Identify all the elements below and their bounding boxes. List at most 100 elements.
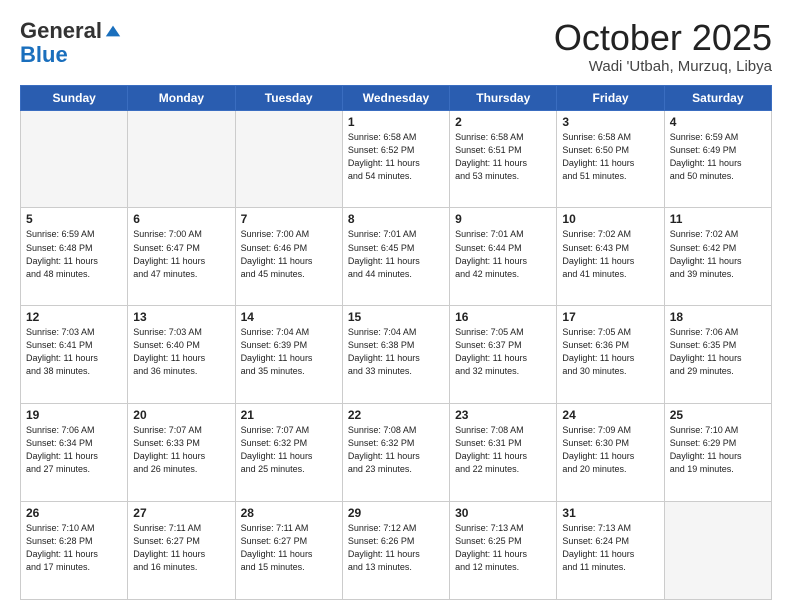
calendar-cell: 1 Sunrise: 6:58 AM Sunset: 6:52 PM Daylig… [342,110,449,208]
calendar-cell: 25 Sunrise: 7:10 AM Sunset: 6:29 PM Dayli… [664,404,771,502]
calendar-cell: 13 Sunrise: 7:03 AM Sunset: 6:40 PM Dayli… [128,306,235,404]
calendar-cell: 2Sunrise: 6:58 AM Sunset: 6:51 PM Daylig… [450,110,557,208]
col-thursday: Thursday [450,85,557,110]
day-number: 22 [348,408,444,422]
calendar-week-2: 12 Sunrise: 7:03 AM Sunset: 6:41 PM Dayli… [21,306,772,404]
day-number: 19 [26,408,122,422]
calendar-cell: 27 Sunrise: 7:11 AM Sunset: 6:27 PM Dayli… [128,502,235,600]
day-number: 25 [670,408,766,422]
month-title: October 2025 [554,18,772,58]
header: General Blue October 2025 Wadi 'Utbah, M… [20,18,772,75]
day-info: Sunrise: 7:07 AM Sunset: 6:33 PM Dayligh… [133,424,229,476]
day-number: 6 [133,212,229,226]
calendar-cell: 14Sunrise: 7:04 AM Sunset: 6:39 PM Dayli… [235,306,342,404]
day-info: Sunrise: 7:05 AM Sunset: 6:36 PM Dayligh… [562,326,658,378]
day-info: Sunrise: 7:00 AM Sunset: 6:47 PM Dayligh… [133,228,229,280]
col-tuesday: Tuesday [235,85,342,110]
calendar-week-4: 26 Sunrise: 7:10 AM Sunset: 6:28 PM Dayli… [21,502,772,600]
day-info: Sunrise: 7:03 AM Sunset: 6:40 PM Dayligh… [133,326,229,378]
day-number: 7 [241,212,337,226]
day-number: 13 [133,310,229,324]
calendar-cell [235,110,342,208]
calendar-cell: 17Sunrise: 7:05 AM Sunset: 6:36 PM Dayli… [557,306,664,404]
calendar-cell: 28 Sunrise: 7:11 AM Sunset: 6:27 PM Dayli… [235,502,342,600]
day-info: Sunrise: 7:11 AM Sunset: 6:27 PM Dayligh… [241,522,337,574]
day-number: 16 [455,310,551,324]
logo-blue: Blue [20,42,68,67]
col-wednesday: Wednesday [342,85,449,110]
day-info: Sunrise: 7:08 AM Sunset: 6:32 PM Dayligh… [348,424,444,476]
day-number: 4 [670,115,766,129]
calendar-cell: 11 Sunrise: 7:02 AM Sunset: 6:42 PM Dayli… [664,208,771,306]
day-number: 9 [455,212,551,226]
day-number: 28 [241,506,337,520]
day-number: 12 [26,310,122,324]
calendar-cell: 6 Sunrise: 7:00 AM Sunset: 6:47 PM Daylig… [128,208,235,306]
calendar-cell: 24Sunrise: 7:09 AM Sunset: 6:30 PM Dayli… [557,404,664,502]
day-number: 26 [26,506,122,520]
day-number: 10 [562,212,658,226]
day-info: Sunrise: 7:04 AM Sunset: 6:38 PM Dayligh… [348,326,444,378]
day-info: Sunrise: 7:12 AM Sunset: 6:26 PM Dayligh… [348,522,444,574]
day-info: Sunrise: 7:00 AM Sunset: 6:46 PM Dayligh… [241,228,337,280]
calendar-cell: 4 Sunrise: 6:59 AM Sunset: 6:49 PM Daylig… [664,110,771,208]
calendar-cell: 10 Sunrise: 7:02 AM Sunset: 6:43 PM Dayli… [557,208,664,306]
calendar-table: Sunday Monday Tuesday Wednesday Thursday… [20,85,772,600]
day-info: Sunrise: 7:10 AM Sunset: 6:28 PM Dayligh… [26,522,122,574]
day-info: Sunrise: 7:13 AM Sunset: 6:25 PM Dayligh… [455,522,551,574]
calendar-cell: 30Sunrise: 7:13 AM Sunset: 6:25 PM Dayli… [450,502,557,600]
calendar-cell: 20Sunrise: 7:07 AM Sunset: 6:33 PM Dayli… [128,404,235,502]
day-number: 1 [348,115,444,129]
day-info: Sunrise: 7:01 AM Sunset: 6:45 PM Dayligh… [348,228,444,280]
calendar-cell: 29 Sunrise: 7:12 AM Sunset: 6:26 PM Dayli… [342,502,449,600]
calendar-cell: 23 Sunrise: 7:08 AM Sunset: 6:31 PM Dayli… [450,404,557,502]
day-info: Sunrise: 7:01 AM Sunset: 6:44 PM Dayligh… [455,228,551,280]
day-info: Sunrise: 7:04 AM Sunset: 6:39 PM Dayligh… [241,326,337,378]
calendar-cell: 15 Sunrise: 7:04 AM Sunset: 6:38 PM Dayli… [342,306,449,404]
calendar-cell: 22 Sunrise: 7:08 AM Sunset: 6:32 PM Dayli… [342,404,449,502]
location: Wadi 'Utbah, Murzuq, Libya [554,58,772,75]
calendar-cell: 31 Sunrise: 7:13 AM Sunset: 6:24 PM Dayli… [557,502,664,600]
day-number: 21 [241,408,337,422]
day-number: 29 [348,506,444,520]
day-number: 2 [455,115,551,129]
title-block: October 2025 Wadi 'Utbah, Murzuq, Libya [554,18,772,75]
day-number: 23 [455,408,551,422]
day-number: 3 [562,115,658,129]
calendar-week-0: 1 Sunrise: 6:58 AM Sunset: 6:52 PM Daylig… [21,110,772,208]
day-number: 31 [562,506,658,520]
calendar-cell: 9 Sunrise: 7:01 AM Sunset: 6:44 PM Daylig… [450,208,557,306]
day-info: Sunrise: 7:13 AM Sunset: 6:24 PM Dayligh… [562,522,658,574]
logo: General Blue [20,18,122,66]
day-info: Sunrise: 7:03 AM Sunset: 6:41 PM Dayligh… [26,326,122,378]
day-number: 8 [348,212,444,226]
calendar-header-row: Sunday Monday Tuesday Wednesday Thursday… [21,85,772,110]
day-number: 11 [670,212,766,226]
calendar-week-1: 5Sunrise: 6:59 AM Sunset: 6:48 PM Daylig… [21,208,772,306]
day-info: Sunrise: 7:02 AM Sunset: 6:42 PM Dayligh… [670,228,766,280]
day-info: Sunrise: 6:59 AM Sunset: 6:49 PM Dayligh… [670,131,766,183]
day-info: Sunrise: 7:11 AM Sunset: 6:27 PM Dayligh… [133,522,229,574]
page: General Blue October 2025 Wadi 'Utbah, M… [0,0,792,612]
calendar-cell [128,110,235,208]
col-sunday: Sunday [21,85,128,110]
calendar-cell: 12 Sunrise: 7:03 AM Sunset: 6:41 PM Dayli… [21,306,128,404]
day-info: Sunrise: 7:07 AM Sunset: 6:32 PM Dayligh… [241,424,337,476]
day-number: 27 [133,506,229,520]
logo-icon [104,22,122,40]
calendar-cell: 8 Sunrise: 7:01 AM Sunset: 6:45 PM Daylig… [342,208,449,306]
col-saturday: Saturday [664,85,771,110]
day-info: Sunrise: 6:58 AM Sunset: 6:50 PM Dayligh… [562,131,658,183]
col-monday: Monday [128,85,235,110]
day-number: 15 [348,310,444,324]
day-info: Sunrise: 7:10 AM Sunset: 6:29 PM Dayligh… [670,424,766,476]
day-info: Sunrise: 6:58 AM Sunset: 6:52 PM Dayligh… [348,131,444,183]
calendar-cell: 5Sunrise: 6:59 AM Sunset: 6:48 PM Daylig… [21,208,128,306]
day-info: Sunrise: 7:05 AM Sunset: 6:37 PM Dayligh… [455,326,551,378]
day-info: Sunrise: 7:02 AM Sunset: 6:43 PM Dayligh… [562,228,658,280]
day-number: 24 [562,408,658,422]
day-info: Sunrise: 7:08 AM Sunset: 6:31 PM Dayligh… [455,424,551,476]
logo-general: General [20,18,102,44]
calendar-cell: 19Sunrise: 7:06 AM Sunset: 6:34 PM Dayli… [21,404,128,502]
col-friday: Friday [557,85,664,110]
